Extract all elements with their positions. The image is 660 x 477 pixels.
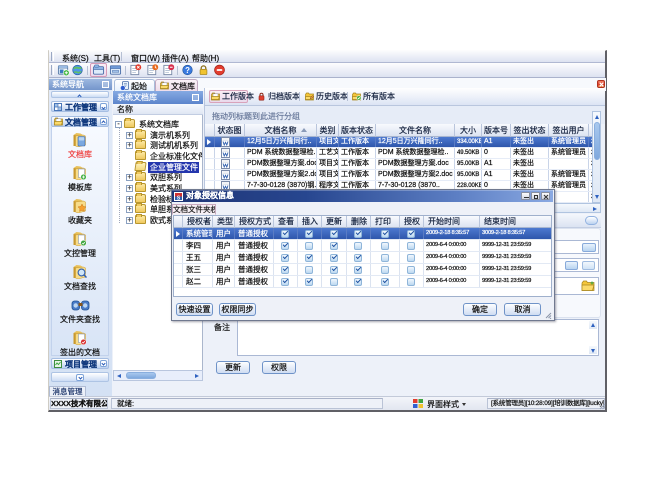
svg-text:?: ? [185,66,190,75]
